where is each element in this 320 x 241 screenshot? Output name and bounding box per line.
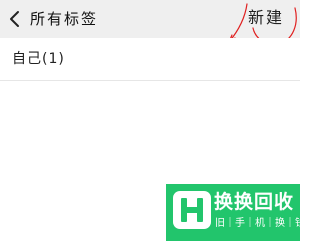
watermark-title: 换换回收: [214, 191, 295, 213]
watermark-logo-icon: [173, 191, 211, 229]
tag-label: 自己(1): [12, 51, 65, 67]
page-title: 所有标签: [30, 10, 99, 28]
watermark-banner: 换换回收 旧｜手｜机｜换｜钱: [166, 184, 305, 241]
watermark-subtitle: 旧｜手｜机｜换｜钱: [215, 218, 305, 229]
back-arrow-icon[interactable]: [8, 9, 22, 29]
tag-row-self[interactable]: 自己(1): [0, 38, 300, 81]
